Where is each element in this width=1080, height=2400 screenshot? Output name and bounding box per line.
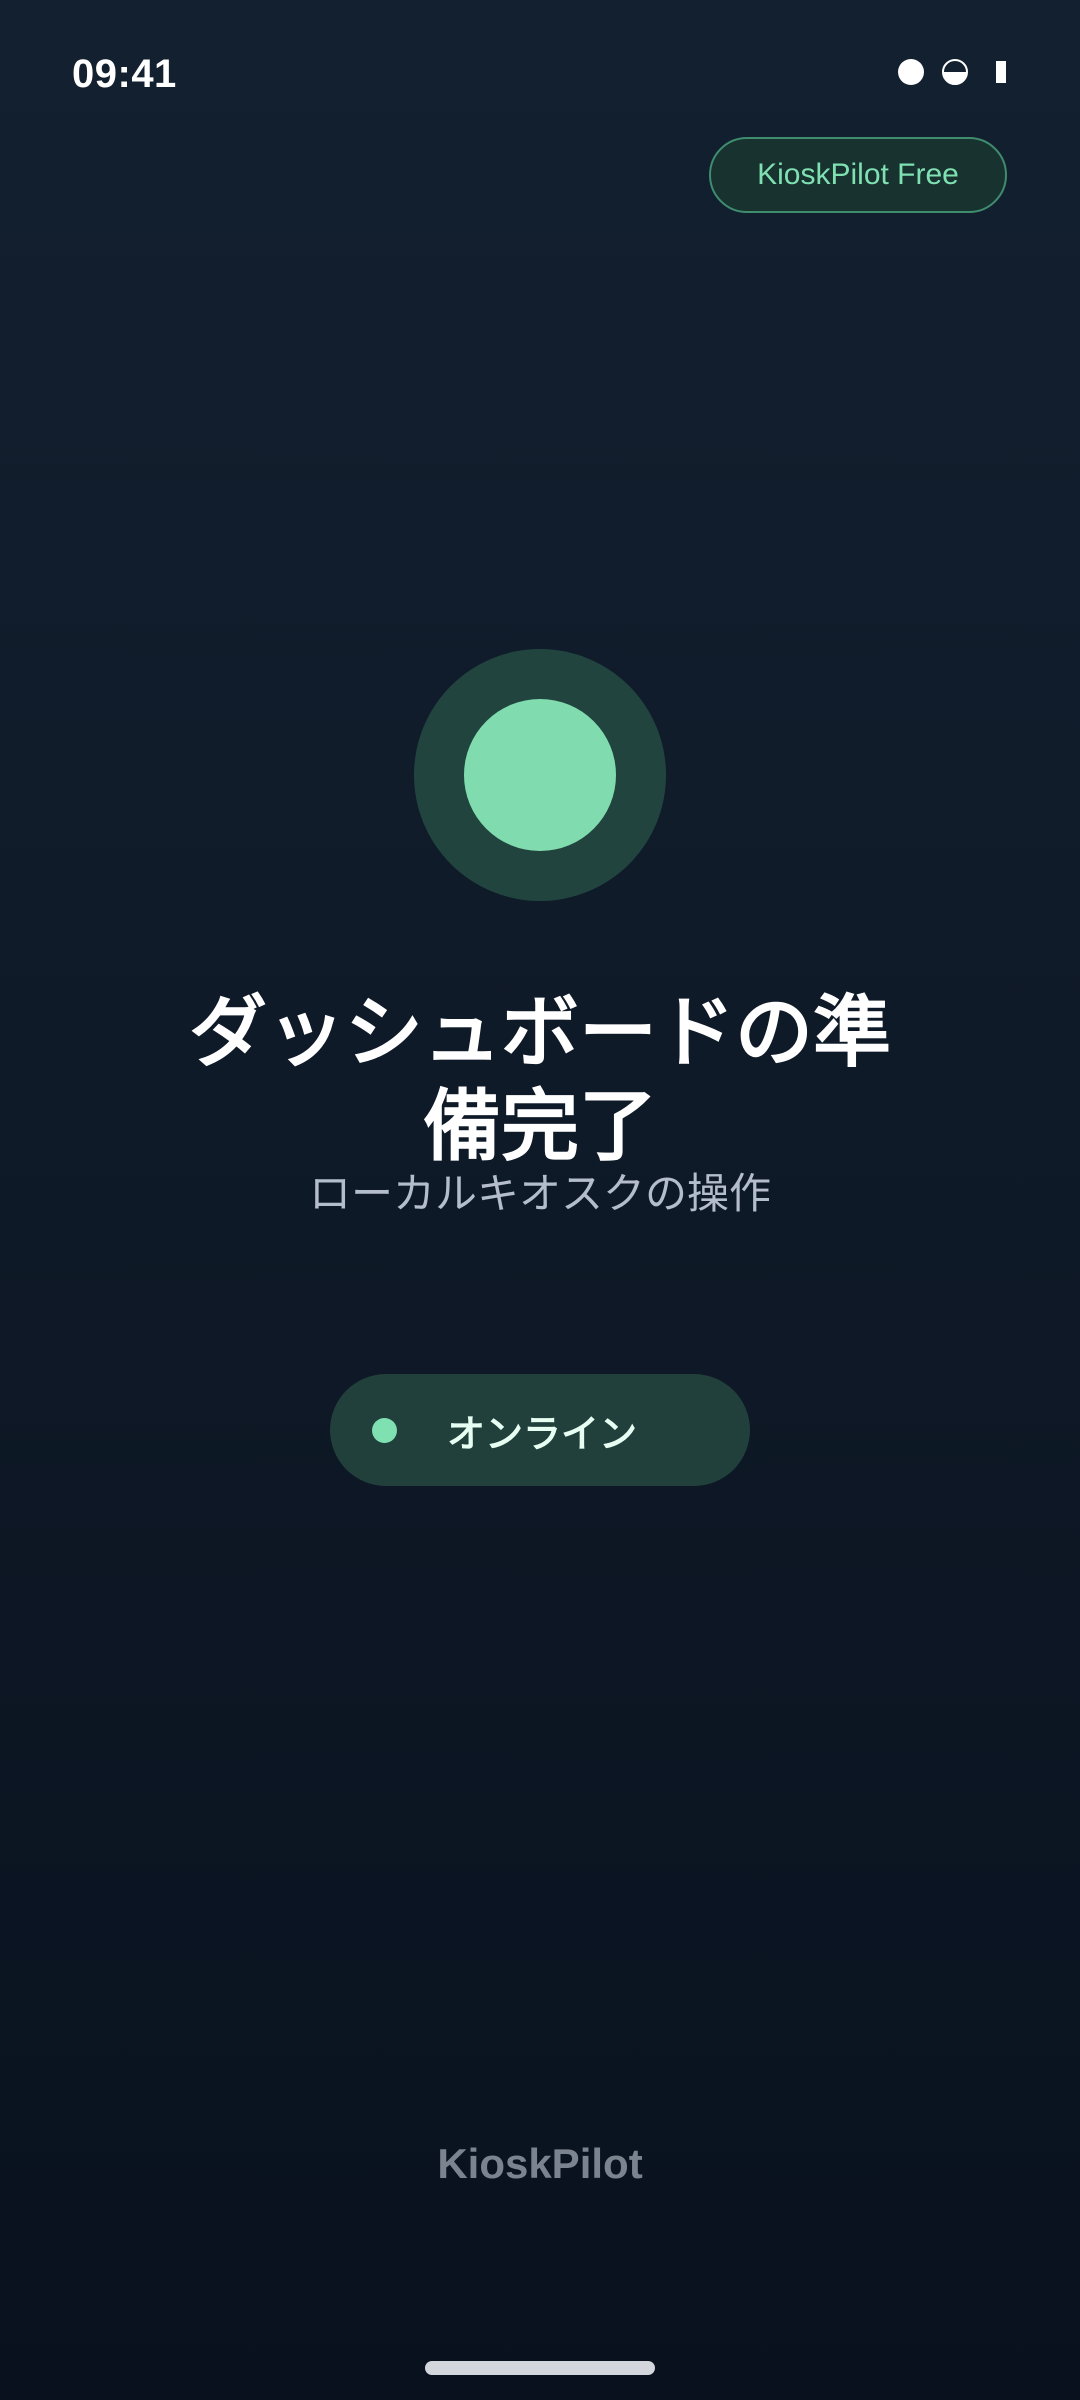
online-status-pill: オンライン xyxy=(330,1374,750,1486)
online-dot-icon xyxy=(372,1417,397,1443)
home-indicator[interactable] xyxy=(425,2361,655,2375)
page-title: ダッシュボードの準備完了 xyxy=(188,988,891,1170)
status-indicator-core xyxy=(464,699,616,851)
status-bar-icons xyxy=(898,59,1006,85)
half-circle-icon xyxy=(942,59,968,85)
status-bar-time: 09:41 xyxy=(72,52,177,96)
battery-icon xyxy=(996,61,1006,83)
page-subtitle: ローカルキオスクの操作 xyxy=(308,1170,771,1217)
plan-chip-button[interactable]: KioskPilot Free xyxy=(709,137,1007,213)
footer-brand: KioskPilot xyxy=(437,2140,643,2187)
signal-dot-icon xyxy=(898,59,924,85)
online-status-label: オンライン xyxy=(447,1413,638,1456)
status-indicator-icon xyxy=(414,649,666,901)
